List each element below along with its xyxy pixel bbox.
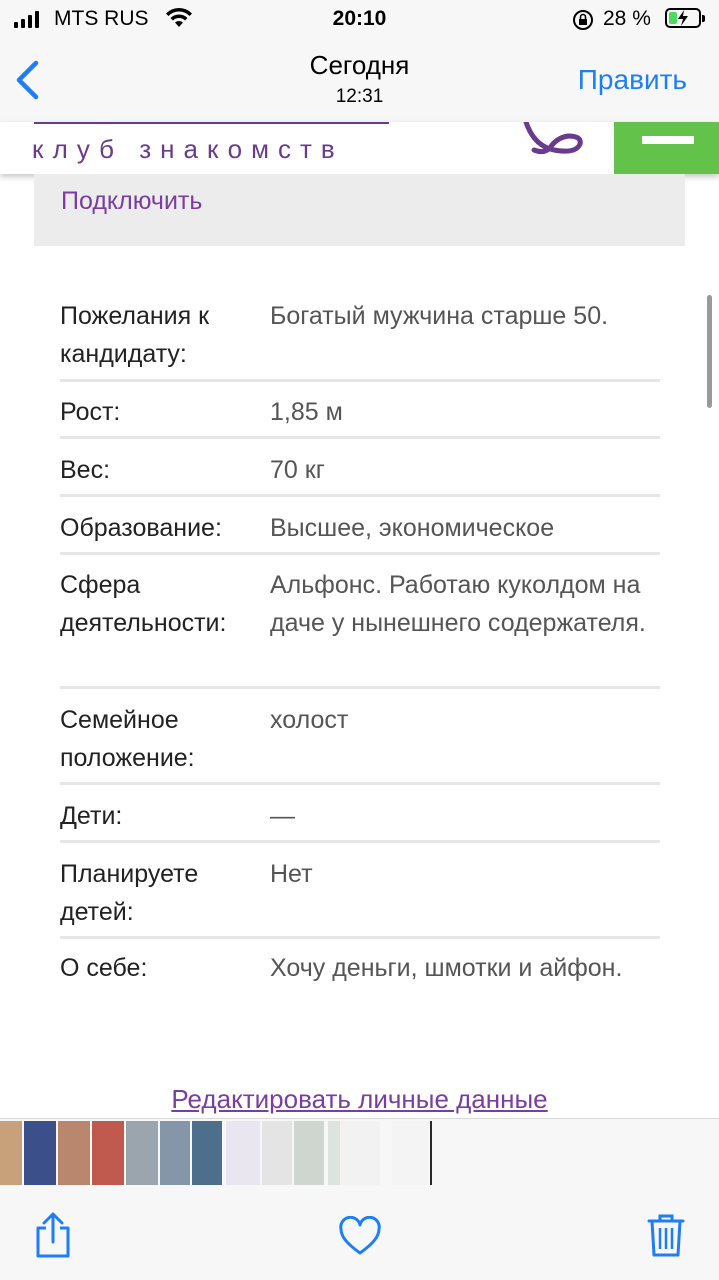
photo-thumbnail[interactable]: [126, 1121, 158, 1185]
row-label: Образование:: [60, 514, 222, 542]
photo-thumbnail[interactable]: [24, 1121, 56, 1185]
photo-thumbnail[interactable]: [328, 1121, 340, 1185]
table-row: Семейное положение: холост: [60, 689, 660, 785]
scroll-indicator: [707, 295, 712, 408]
table-row: Рост: 1,85 м: [60, 382, 660, 439]
photo-thumbnail[interactable]: [160, 1121, 190, 1185]
row-label: Семейное положение:: [60, 706, 195, 772]
status-bar: MTS RUS 20:10 28 %: [0, 0, 719, 40]
edit-personal-data-link[interactable]: Редактировать личные данные: [0, 1084, 719, 1115]
site-header: клуб знакомств: [0, 122, 719, 174]
row-label: Сфера деятельности:: [60, 571, 227, 637]
logo-mark-icon: [523, 122, 583, 155]
battery-icon: [665, 8, 705, 28]
row-label: Планируете детей:: [60, 860, 199, 926]
row-value: Богатый мужчина старше 50.: [270, 302, 609, 330]
table-row: Планируете детей: Нет: [60, 843, 660, 939]
bottom-toolbar: [0, 1186, 719, 1280]
row-value: —: [270, 802, 295, 830]
logo-tagline: клуб знакомств: [32, 134, 344, 164]
menu-hamburger-icon[interactable]: [614, 122, 719, 174]
photo-thumbnail[interactable]: [262, 1121, 292, 1185]
trash-icon[interactable]: [647, 1212, 685, 1258]
table-row: Вес: 70 кг: [60, 439, 660, 497]
table-row: О себе: Хочу деньги, шмотки и айфон.: [60, 939, 660, 1035]
favorite-heart-icon[interactable]: [338, 1216, 382, 1256]
connect-panel: Подключить: [34, 174, 685, 246]
navigation-bar: Сегодня 12:31 Править: [0, 40, 719, 122]
table-row: Дети: —: [60, 785, 660, 843]
photo-thumbnail[interactable]: [226, 1121, 260, 1185]
logo-wordmark: [34, 122, 389, 124]
photo-thumbnail[interactable]: [340, 1121, 380, 1185]
table-row: Пожелания к кандидату: Богатый мужчина с…: [60, 280, 660, 382]
table-row: Образование: Высшее, экономическое: [60, 497, 660, 555]
row-value: Хочу деньги, шмотки и айфон.: [270, 954, 623, 982]
row-label: О себе:: [60, 954, 148, 982]
row-value: Высшее, экономическое: [270, 514, 555, 542]
row-label: Пожелания к кандидату:: [60, 302, 210, 368]
edit-button[interactable]: Править: [578, 64, 687, 96]
row-value: 1,85 м: [270, 398, 343, 426]
battery-percent: 28 %: [603, 7, 651, 30]
row-value: холост: [270, 706, 349, 734]
photo-thumbnail[interactable]: [430, 1121, 432, 1185]
connect-link[interactable]: Подключить: [61, 187, 202, 216]
profile-details-table: Пожелания к кандидату: Богатый мужчина с…: [60, 280, 660, 1035]
row-label: Дети:: [60, 802, 123, 830]
photo-thumbnail[interactable]: [92, 1121, 124, 1185]
photo-thumbnail[interactable]: [58, 1121, 90, 1185]
rotation-lock-icon: [573, 10, 593, 30]
row-value: 70 кг: [270, 456, 325, 484]
photo-thumbnail[interactable]: [192, 1121, 222, 1185]
row-value: Нет: [270, 860, 313, 888]
photo-thumbnail[interactable]: [294, 1121, 324, 1185]
share-icon[interactable]: [33, 1212, 73, 1258]
photo-thumbnail[interactable]: [0, 1121, 22, 1185]
row-value: Альфонс. Работаю куколдом на даче у ныне…: [270, 571, 646, 637]
photo-thumbnail-strip[interactable]: [0, 1118, 719, 1187]
table-row: Сфера деятельности: Альфонс. Работаю кук…: [60, 555, 660, 689]
photo-thumbnail[interactable]: [392, 1121, 428, 1185]
row-label: Рост:: [60, 398, 121, 426]
row-label: Вес:: [60, 456, 111, 484]
